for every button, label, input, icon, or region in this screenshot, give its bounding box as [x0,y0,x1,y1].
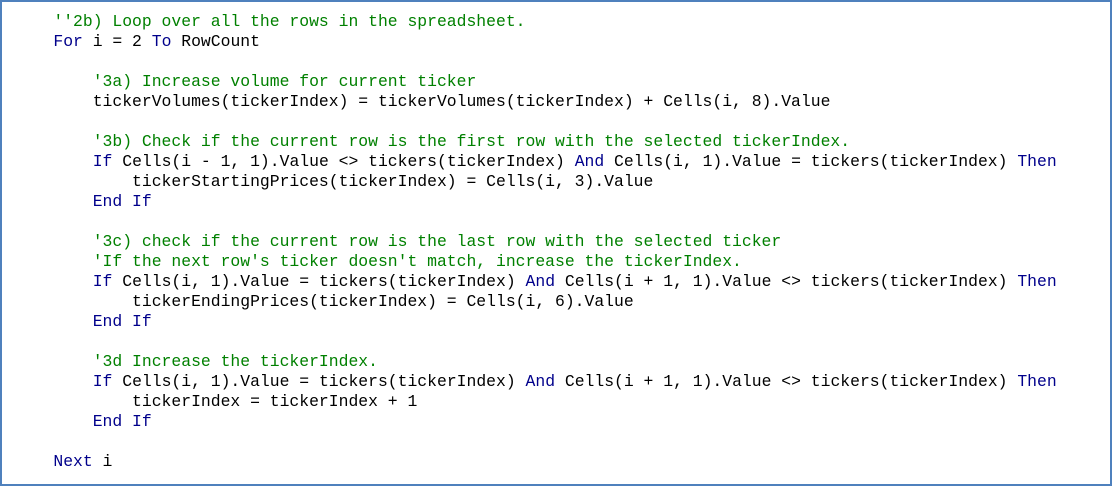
code-text: tickerEndingPrices(tickerIndex) = Cells(… [132,292,634,311]
code-text: Cells(i, 1).Value = tickers(tickerIndex) [112,272,526,291]
code-text: Cells(i + 1, 1).Value <> tickers(tickerI… [555,372,1018,391]
code-line[interactable] [14,52,1057,72]
code-line[interactable] [14,432,1057,452]
code-line[interactable]: 'If the next row's ticker doesn't match,… [14,252,1057,272]
code-text: RowCount [171,32,260,51]
code-line[interactable]: '3c) check if the current row is the las… [14,232,1057,252]
code-keyword: Then [1017,372,1057,391]
code-keyword: If [92,152,113,171]
code-comment: 'If the next row's ticker doesn't match,… [92,252,742,271]
code-line[interactable]: If Cells(i, 1).Value = tickers(tickerInd… [14,272,1057,292]
code-line[interactable] [14,112,1057,132]
code-line[interactable]: tickerStartingPrices(tickerIndex) = Cell… [14,172,1057,192]
code-text: tickerIndex = tickerIndex + 1 [132,392,418,411]
code-keyword: And [525,272,556,291]
code-keyword: Then [1017,152,1057,171]
code-line[interactable]: For i = 2 To RowCount [14,32,1057,52]
code-line[interactable]: Next i [14,452,1057,472]
code-line[interactable]: If Cells(i, 1).Value = tickers(tickerInd… [14,372,1057,392]
code-line[interactable]: ''2b) Loop over all the rows in the spre… [14,12,1057,32]
code-keyword: Next [53,452,93,471]
code-line[interactable]: End If [14,412,1057,432]
code-keyword: To [151,32,172,51]
code-line[interactable]: '3b) Check if the current row is the fir… [14,132,1057,152]
code-keyword: If [92,272,113,291]
code-keyword: And [574,152,605,171]
code-text: Cells(i, 1).Value = tickers(tickerIndex) [604,152,1018,171]
code-line[interactable]: End If [14,192,1057,212]
code-line[interactable] [14,332,1057,352]
code-text: tickerStartingPrices(tickerIndex) = Cell… [132,172,654,191]
code-comment: '3b) Check if the current row is the fir… [92,132,851,151]
code-line[interactable]: '3d Increase the tickerIndex. [14,352,1057,372]
code-editor[interactable]: ''2b) Loop over all the rows in the spre… [14,12,1057,472]
code-line[interactable]: If Cells(i - 1, 1).Value <> tickers(tick… [14,152,1057,172]
code-line[interactable]: tickerIndex = tickerIndex + 1 [14,392,1057,412]
code-keyword: For [53,32,83,51]
code-line[interactable] [14,212,1057,232]
code-keyword: End If [92,412,152,431]
code-window: ''2b) Loop over all the rows in the spre… [0,0,1112,486]
code-text: i = 2 [82,32,152,51]
code-line[interactable]: tickerVolumes(tickerIndex) = tickerVolum… [14,92,1057,112]
code-keyword: Then [1017,272,1057,291]
code-comment: '3a) Increase volume for current ticker [92,72,477,91]
code-comment: '3d Increase the tickerIndex. [92,352,378,371]
code-text: Cells(i, 1).Value = tickers(tickerIndex) [112,372,526,391]
code-keyword: End If [92,312,152,331]
code-keyword: If [92,372,113,391]
code-line[interactable]: End If [14,312,1057,332]
code-comment: ''2b) Loop over all the rows in the spre… [53,12,526,31]
code-line[interactable]: tickerEndingPrices(tickerIndex) = Cells(… [14,292,1057,312]
code-keyword: End If [92,192,152,211]
code-text: Cells(i + 1, 1).Value <> tickers(tickerI… [555,272,1018,291]
code-comment: '3c) check if the current row is the las… [92,232,782,251]
code-text: Cells(i - 1, 1).Value <> tickers(tickerI… [112,152,575,171]
code-keyword: And [525,372,556,391]
code-text: tickerVolumes(tickerIndex) = tickerVolum… [92,92,831,111]
code-text: i [92,452,113,471]
code-line[interactable]: '3a) Increase volume for current ticker [14,72,1057,92]
